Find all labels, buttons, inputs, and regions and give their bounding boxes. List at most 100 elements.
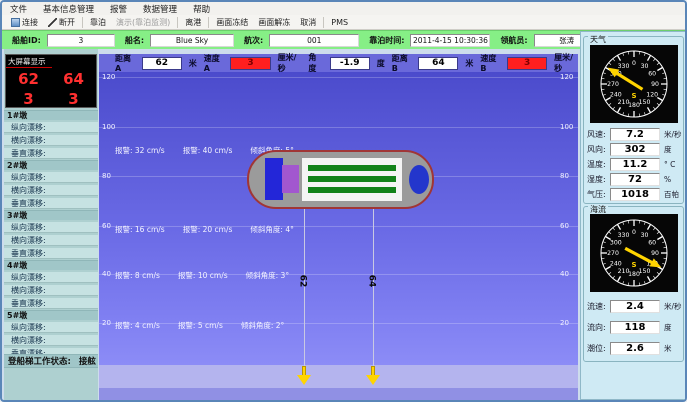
- measurement-bar: 距离A 62 米 速度A 3 厘米/秒 角度 -1.9 度 距离B 64 米 速…: [99, 54, 578, 72]
- demo-berth-monitor-button: 演示(靠泊监测): [111, 16, 175, 29]
- current-group-title: 海流: [588, 206, 608, 214]
- disconnect-button[interactable]: 断开: [43, 16, 80, 29]
- main-bottom-band: [99, 388, 578, 400]
- y-tick-right: 80: [560, 172, 569, 180]
- y-tick-left: 120: [102, 73, 115, 81]
- lateral-drift-row[interactable]: 横向漂移:: [4, 335, 98, 346]
- toolbar-separator: [208, 17, 209, 28]
- connect-label: 连接: [22, 17, 38, 28]
- y-tick-right: 60: [560, 222, 569, 230]
- menu-data-mgmt[interactable]: 数据管理: [135, 3, 185, 15]
- ship-bow: [409, 165, 429, 194]
- svg-text:0: 0: [632, 60, 636, 67]
- dist-a-label: 距离A: [115, 53, 135, 73]
- lateral-drift-row[interactable]: 横向漂移:: [4, 185, 98, 196]
- vertical-drift-row[interactable]: 垂直漂移:: [4, 248, 98, 259]
- berth-time-field[interactable]: 2011-4-15 10:30:36: [410, 34, 490, 47]
- longitudinal-drift-row[interactable]: 纵向漂移:: [4, 322, 98, 333]
- lateral-drift-row[interactable]: 横向漂移:: [4, 135, 98, 146]
- dist-b-value: 64: [418, 57, 458, 70]
- svg-text:0: 0: [632, 229, 636, 236]
- y-tick-right: 20: [560, 319, 569, 327]
- menu-basic-info[interactable]: 基本信息管理: [35, 3, 102, 15]
- menu-bar: 文件 基本信息管理 报警 数据管理 帮助: [2, 2, 685, 15]
- menu-file[interactable]: 文件: [2, 3, 35, 15]
- toolbar-separator: [323, 17, 324, 28]
- svg-text:270: 270: [607, 250, 619, 257]
- ship-name-field[interactable]: Blue Sky: [150, 34, 234, 47]
- angle-unit: 度: [377, 58, 385, 69]
- weather-group-title: 天气: [588, 36, 608, 44]
- sensor-a-marker-icon: [297, 366, 311, 385]
- lateral-drift-row[interactable]: 横向漂移:: [4, 235, 98, 246]
- gangway-status-row: 登船梯工作状态: 接舷: [4, 354, 98, 368]
- sensor-b-line: [373, 209, 374, 367]
- svg-text:180: 180: [628, 271, 640, 278]
- svg-text:90: 90: [651, 81, 659, 88]
- voyage-field[interactable]: 001: [269, 34, 359, 47]
- speed-a-label: 速度A: [204, 53, 224, 73]
- voyage-label: 航次:: [244, 35, 263, 46]
- berth-button[interactable]: 靠泊: [85, 16, 111, 29]
- longitudinal-drift-row[interactable]: 纵向漂移:: [4, 172, 98, 183]
- depart-button[interactable]: 离港: [180, 16, 206, 29]
- svg-text:210: 210: [618, 99, 630, 106]
- app-window: 文件 基本信息管理 报警 数据管理 帮助 连接 断开 靠泊 演示(靠泊监测) 离…: [0, 0, 687, 402]
- ship-superstructure: [265, 158, 283, 200]
- vertical-drift-row[interactable]: 垂直漂移:: [4, 298, 98, 309]
- svg-text:330: 330: [618, 63, 630, 70]
- ship-id-field[interactable]: 3: [47, 34, 115, 47]
- svg-text:240: 240: [610, 92, 622, 99]
- angle-value: -1.9: [330, 57, 370, 70]
- deck-hatch: [308, 165, 396, 171]
- current-group: 海流 0306090120150180210240270300330S 流速: …: [583, 206, 684, 362]
- dist-a-unit: 米: [189, 58, 197, 69]
- freeze-screen-button[interactable]: 画面冻结: [211, 16, 253, 29]
- svg-text:150: 150: [639, 99, 651, 106]
- berthing-chart: 120 100 80 60 40 20 120 100 80 60 40 20 …: [99, 72, 578, 365]
- connect-button[interactable]: 连接: [6, 16, 43, 29]
- alarm-threshold-row: 报警: 4 cm/s报警: 5 cm/s倾斜角度: 2°: [115, 320, 284, 331]
- dolphin-section-2: 2#墩 纵向漂移: 横向漂移: 垂直漂移:: [4, 160, 98, 209]
- y-tick-left: 40: [102, 270, 111, 278]
- ship-deck: [302, 158, 402, 201]
- vertical-drift-row[interactable]: 垂直漂移:: [4, 148, 98, 159]
- big-display-speed-b: 3: [51, 89, 96, 109]
- unfreeze-screen-button[interactable]: 画面解冻: [253, 16, 295, 29]
- section-header: 4#墩: [4, 260, 98, 270]
- longitudinal-drift-row[interactable]: 纵向漂移:: [4, 272, 98, 283]
- longitudinal-drift-row[interactable]: 纵向漂移:: [4, 122, 98, 133]
- vertical-drift-row[interactable]: 垂直漂移:: [4, 198, 98, 209]
- current-speed-value: 2.4: [610, 300, 660, 313]
- svg-text:300: 300: [610, 240, 622, 247]
- gridline: [99, 127, 578, 128]
- menu-alarm[interactable]: 报警: [102, 3, 135, 15]
- toolbar-separator: [177, 17, 178, 28]
- cancel-button[interactable]: 取消: [295, 16, 321, 29]
- svg-text:120: 120: [646, 92, 658, 99]
- dolphin-section-4: 4#墩 纵向漂移: 横向漂移: 垂直漂移:: [4, 260, 98, 309]
- svg-text:60: 60: [648, 240, 656, 247]
- ship-graphic: [247, 150, 434, 209]
- svg-text:30: 30: [641, 63, 649, 70]
- menu-help[interactable]: 帮助: [185, 3, 218, 15]
- svg-text:270: 270: [607, 81, 619, 88]
- tide-level-row: 潮位: 2.6 米: [584, 341, 685, 355]
- deck-hatch: [308, 187, 396, 193]
- y-tick-left: 20: [102, 319, 111, 327]
- gangway-status-value: 接舷: [79, 355, 96, 367]
- longitudinal-drift-row[interactable]: 纵向漂移:: [4, 222, 98, 233]
- svg-text:S: S: [631, 261, 636, 269]
- svg-text:90: 90: [651, 250, 659, 257]
- big-display-dist-a: 62: [6, 69, 51, 89]
- dolphin-section-3: 3#墩 纵向漂移: 横向漂移: 垂直漂移:: [4, 210, 98, 259]
- deck-hatch: [308, 176, 396, 182]
- lateral-drift-row[interactable]: 横向漂移:: [4, 285, 98, 296]
- wind-direction-value: 302: [610, 143, 660, 156]
- sensor-b-marker-icon: [366, 366, 380, 385]
- y-tick-left: 100: [102, 123, 115, 131]
- quay-strip: [99, 365, 578, 388]
- tide-level-value: 2.6: [610, 342, 660, 355]
- pressure-row: 气压: 1018 百帕: [584, 187, 685, 201]
- pms-button[interactable]: PMS: [326, 16, 353, 29]
